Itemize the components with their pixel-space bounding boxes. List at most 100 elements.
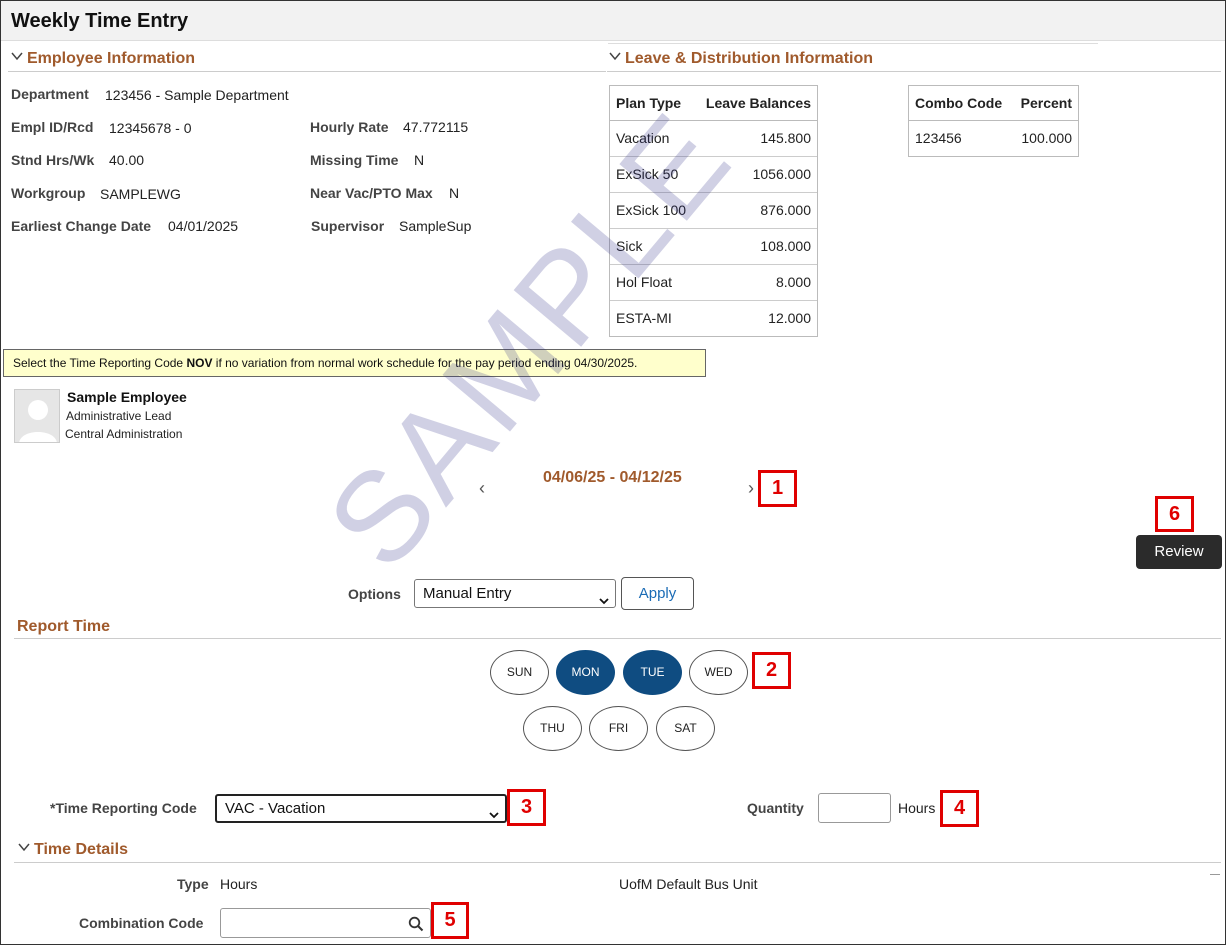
callout-2: 2 — [752, 652, 791, 689]
balance-cell: 12.000 — [768, 310, 811, 327]
column-header: Plan Type — [610, 86, 696, 121]
combo-code-cell: 123456 — [915, 130, 962, 147]
callout-4: 4 — [940, 790, 979, 827]
balance-cell: 876.000 — [695, 192, 817, 229]
previous-period-arrow[interactable]: ‹ — [479, 478, 485, 499]
options-select[interactable]: Manual Entry — [414, 579, 616, 608]
workgroup-value: SAMPLEWG — [100, 186, 181, 202]
divider — [608, 43, 1098, 44]
divider — [14, 638, 1221, 639]
missing-time-value: N — [414, 152, 425, 168]
employee-info-header[interactable]: Employee Information — [11, 50, 195, 68]
employee-title: Administrative Lead — [66, 409, 172, 423]
department-label: Department — [11, 86, 89, 102]
workgroup-label: Workgroup — [11, 185, 86, 201]
time-details-header[interactable]: Time Details — [18, 841, 128, 859]
missing-time-label: Missing Time — [310, 152, 399, 168]
table-row: Sick 108.000 — [610, 228, 817, 265]
table-row: ExSick 100 876.000 — [610, 192, 817, 229]
day-fri[interactable]: FRI — [589, 706, 648, 751]
notice-text-pre: Select the Time Reporting Code — [13, 356, 187, 370]
period-range: 04/06/25 - 04/12/25 — [543, 469, 682, 486]
day-mon[interactable]: MON — [556, 650, 615, 695]
chevron-down-icon — [599, 588, 609, 604]
options-selected-value: Manual Entry — [423, 585, 512, 602]
empl-id-value: 12345678 - 0 — [109, 120, 192, 136]
notice-text-post: if no variation from normal work schedul… — [212, 356, 638, 370]
leave-info-header[interactable]: Leave & Distribution Information — [609, 50, 873, 68]
table-row: Hol Float 8.000 — [610, 264, 817, 301]
leave-balances-table: Plan Type Leave Balances Vacation 145.800… — [609, 85, 818, 337]
table-row: ExSick 50 1056.000 — [610, 156, 817, 193]
bus-unit-value: UofM Default Bus Unit — [619, 876, 758, 892]
trc-label: *Time Reporting Code — [50, 800, 197, 816]
search-icon[interactable] — [408, 916, 424, 935]
plan-type-cell: ExSick 100 — [610, 192, 696, 229]
page-title: Weekly Time Entry — [11, 10, 189, 32]
day-thu[interactable]: THU — [523, 706, 582, 751]
employee-name: Sample Employee — [67, 389, 187, 405]
column-header: Percent — [1012, 86, 1078, 121]
employee-dept: Central Administration — [65, 427, 183, 441]
combination-code-label: Combination Code — [79, 915, 204, 931]
chevron-down-icon — [609, 51, 621, 61]
chevron-down-icon — [18, 842, 30, 852]
plan-type-cell: ESTA-MI — [616, 310, 672, 327]
column-header: Leave Balances — [695, 86, 817, 121]
type-value: Hours — [220, 876, 258, 892]
combination-code-input[interactable] — [220, 908, 431, 938]
department-value: 123456 - Sample Department — [105, 87, 289, 103]
earliest-change-value: 04/01/2025 — [168, 218, 239, 234]
type-label: Type — [177, 876, 209, 892]
plan-type-cell: Sick — [610, 228, 696, 265]
divider — [607, 71, 1221, 72]
person-silhouette-icon — [19, 400, 57, 442]
day-sun[interactable]: SUN — [490, 650, 549, 695]
nov-notice: Select the Time Reporting Code NOV if no… — [3, 349, 706, 377]
next-period-arrow[interactable]: › — [748, 478, 754, 499]
balance-cell: 108.000 — [695, 228, 817, 265]
employee-info-heading: Employee Information — [27, 50, 196, 67]
day-wed[interactable]: WED — [689, 650, 748, 695]
plan-type-cell: ExSick 50 — [610, 156, 696, 193]
leave-info-heading: Leave & Distribution Information — [625, 50, 874, 67]
callout-6: 6 — [1155, 496, 1194, 532]
time-details-heading: Time Details — [34, 841, 128, 858]
callout-5: 5 — [431, 902, 469, 939]
divider — [8, 71, 606, 72]
chevron-down-icon — [489, 803, 499, 818]
balance-cell: 145.800 — [695, 120, 817, 157]
table-row: Vacation 145.800 — [610, 120, 817, 157]
hourly-rate-value: 47.772115 — [403, 119, 469, 135]
earliest-change-label: Earliest Change Date — [11, 218, 152, 234]
plan-type-cell: Vacation — [610, 120, 696, 157]
distribution-table: Combo Code Percent 123456 100.000 — [908, 85, 1079, 157]
callout-1: 1 — [758, 470, 797, 507]
stnd-hrs-value: 40.00 — [109, 152, 145, 168]
minimize-icon — [1210, 874, 1220, 875]
percent-cell: 100.000 — [1021, 130, 1072, 147]
quantity-input[interactable] — [818, 793, 891, 823]
notice-text-code: NOV — [186, 356, 213, 370]
report-time-heading: Report Time — [17, 618, 111, 635]
near-vac-value: N — [449, 185, 460, 201]
plan-type-cell: Hol Float — [610, 264, 696, 301]
supervisor-label: Supervisor — [311, 218, 385, 234]
stnd-hrs-label: Stnd Hrs/Wk — [11, 152, 95, 168]
title-bar: Weekly Time Entry — [1, 1, 1225, 41]
apply-button[interactable]: Apply — [621, 577, 694, 610]
day-tue[interactable]: TUE — [623, 650, 682, 695]
table-row: 123456 100.000 — [909, 120, 1078, 156]
day-sat[interactable]: SAT — [656, 706, 715, 751]
hourly-rate-label: Hourly Rate — [310, 119, 389, 135]
balance-cell: 1056.000 — [695, 156, 817, 193]
supervisor-value: SampleSup — [399, 218, 472, 234]
trc-select[interactable]: VAC - Vacation — [215, 794, 507, 823]
callout-3: 3 — [507, 789, 546, 826]
quantity-label: Quantity — [747, 800, 804, 816]
trc-selected-value: VAC - Vacation — [225, 800, 326, 817]
options-label: Options — [348, 586, 401, 602]
balance-cell: 8.000 — [695, 264, 817, 301]
review-button[interactable]: Review — [1136, 535, 1222, 569]
hours-label: Hours — [898, 800, 936, 816]
